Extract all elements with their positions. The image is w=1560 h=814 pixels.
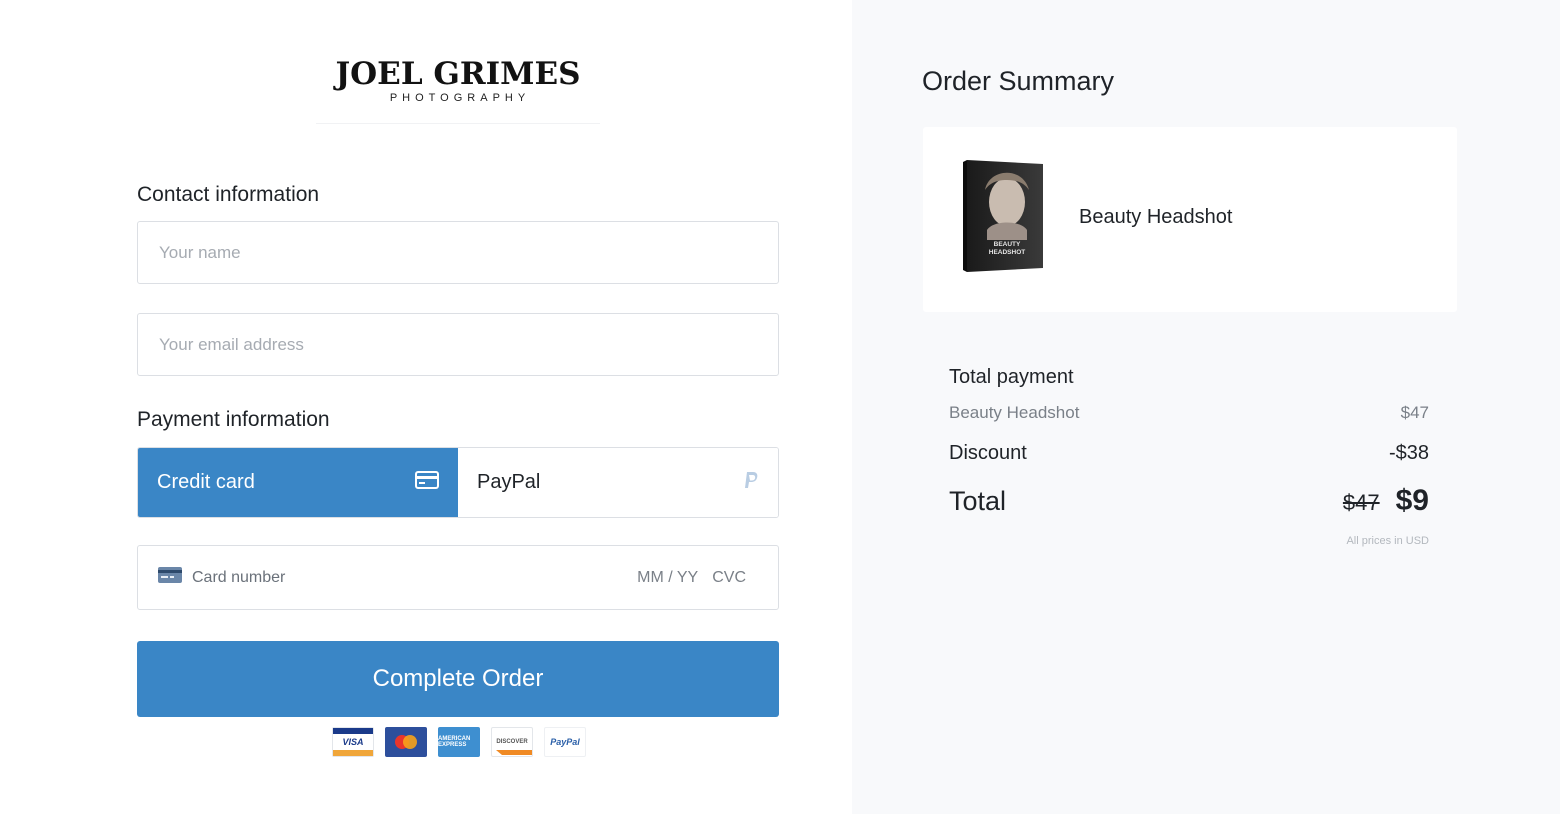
discount-label: Discount [949, 442, 1027, 464]
tab-paypal-label: PayPal [477, 471, 541, 493]
total-new-price: $9 [1395, 484, 1429, 517]
card-cvc-input[interactable]: CVC [712, 569, 746, 587]
discount-value: -$38 [1388, 442, 1429, 464]
mastercard-logo [385, 727, 427, 757]
accepted-payment-logos: VISA AMERICAN EXPRESS DISCOVER PayPal [332, 727, 586, 757]
brand-name: JOEL GRIMES [335, 56, 581, 92]
svg-text:HEADSHOT: HEADSHOT [989, 249, 1026, 256]
american-express-logo: AMERICAN EXPRESS [438, 727, 480, 757]
product-name: Beauty Headshot [1079, 206, 1233, 228]
product-card: BEAUTY HEADSHOT Beauty Headshot [923, 127, 1457, 312]
total-label: Total [949, 485, 1007, 516]
line-item-price: $47 [1400, 403, 1429, 422]
card-expiry-input[interactable]: MM / YY [637, 569, 698, 587]
product-thumbnail: BEAUTY HEADSHOT [963, 160, 1043, 272]
total-payment-heading: Total payment [949, 366, 1074, 388]
card-input-field[interactable]: Card number MM / YY CVC [137, 545, 779, 610]
paypal-icon [743, 471, 759, 495]
discover-logo: DISCOVER [491, 727, 533, 757]
paypal-logo: PayPal [544, 727, 586, 757]
visa-logo: VISA [332, 727, 374, 757]
currency-note: All prices in USD [1346, 535, 1429, 547]
brand-tagline: PHOTOGRAPHY [389, 92, 531, 104]
total-old-price: $47 [1342, 490, 1380, 515]
brand-logo: JOEL GRIMES PHOTOGRAPHY [316, 56, 600, 124]
tab-credit-card-label: Credit card [157, 471, 255, 493]
card-number-input[interactable]: Card number [192, 569, 637, 587]
total-row: Total $47 $9 [949, 484, 1429, 518]
total-prices: $47 $9 [1343, 484, 1429, 518]
email-input[interactable] [138, 314, 778, 375]
name-field[interactable] [137, 221, 779, 284]
payment-info-heading: Payment information [137, 408, 330, 431]
discount-row: Discount -$38 [949, 442, 1429, 465]
payment-method-tabs: Credit card PayPal [137, 447, 779, 518]
tab-credit-card[interactable]: Credit card [138, 448, 458, 517]
name-input[interactable] [138, 222, 778, 283]
line-item-row: Beauty Headshot $47 [949, 403, 1429, 423]
checkout-form-panel: JOEL GRIMES PHOTOGRAPHY Contact informat… [0, 0, 852, 814]
line-item-label: Beauty Headshot [949, 403, 1080, 422]
svg-text:BEAUTY: BEAUTY [994, 241, 1021, 248]
complete-order-button[interactable]: Complete Order [137, 641, 779, 717]
order-summary-title: Order Summary [922, 66, 1115, 96]
contact-info-heading: Contact information [137, 183, 320, 206]
email-field[interactable] [137, 313, 779, 376]
order-summary-panel: Order Summary BEAUTY HEADSHOT Beauty Hea… [852, 0, 1560, 814]
tab-paypal[interactable]: PayPal [458, 448, 778, 517]
card-icon [158, 567, 182, 588]
credit-card-icon [415, 470, 439, 495]
